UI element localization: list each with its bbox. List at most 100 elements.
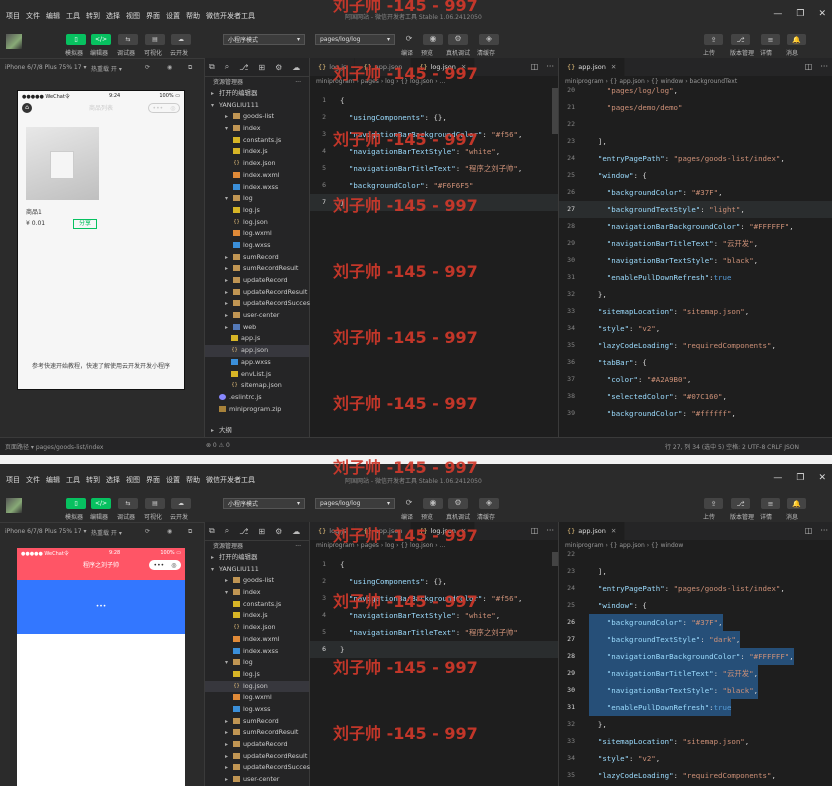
avatar[interactable] [6,34,22,49]
menu-item[interactable]: 工具 [66,11,80,21]
tree-item[interactable]: log.wxml [205,228,309,240]
right-toolbar-icon[interactable]: ⇪ [704,34,723,45]
toolbar-button-icon[interactable]: ☁ [171,34,191,45]
tree-item[interactable]: ▸ updateRecordResult [205,751,309,763]
tree-item[interactable]: ▸ updateRecordSuccess [205,762,313,774]
code-line[interactable]: 32 }, [559,716,832,733]
action-icon[interactable]: ◈ [479,498,499,509]
cloud-icon[interactable]: ☁ [292,527,300,536]
right-toolbar-icon[interactable]: ≡ [761,34,780,45]
code-line[interactable]: 5 "navigationBarTitleText": "程序之刘子帅" [310,624,558,641]
more-icon[interactable]: ••• [154,562,165,569]
tree-item[interactable]: index.js [205,146,309,158]
avatar[interactable] [6,498,22,513]
target-icon[interactable]: ◎ [170,105,175,112]
chevron-icon[interactable]: ▾ [225,123,233,135]
code-line[interactable]: 26 "backgroundColor": "#37F", [559,614,832,631]
menu-item[interactable]: 选择 [106,475,120,485]
mode-select[interactable]: 小程序模式 ▾ [223,498,305,509]
more-icon[interactable]: ··· [546,62,554,71]
action-icon[interactable]: ◈ [479,34,499,45]
tree-item[interactable]: log.wxss [205,240,309,252]
hotreload-select[interactable]: 热重载 开 ▾ [91,64,122,73]
code-line[interactable]: 5 "navigationBarTitleText": "程序之刘子帅", [310,160,558,177]
chevron-icon[interactable]: ▸ [225,575,233,587]
menu-item[interactable]: 设置 [166,11,180,21]
code-line[interactable]: 25 "window": { [559,167,832,184]
search-icon[interactable]: ⌕ [225,526,229,536]
menu-item[interactable]: 工具 [66,475,80,485]
code-line[interactable]: 28 "navigationBarBackgroundColor": "#FFF… [559,218,832,235]
menu-item[interactable]: 界面 [146,475,160,485]
code-line[interactable]: 35 "lazyCodeLoading": "requiredComponent… [559,337,832,354]
code-line[interactable]: 2 "usingComponents": {}, [310,109,558,126]
menu-item[interactable]: 编辑 [46,475,60,485]
chevron-icon[interactable]: ▸ [225,751,233,763]
tree-item[interactable]: {} index.json [205,158,309,170]
code-line[interactable]: 27 "backgroundTextStyle": "dark", [559,631,832,648]
code-line[interactable]: 30 "navigationBarTextStyle": "black", [559,682,832,699]
menu-item[interactable]: 选择 [106,11,120,21]
screenshot-icon[interactable]: ⧉ [188,64,192,72]
split-editor-icon[interactable]: ◫ [805,526,813,535]
toolbar-button-icon[interactable]: </> [91,498,111,509]
cloud-icon[interactable]: ☁ [292,63,300,72]
code-line[interactable]: 1{ [310,556,558,573]
tree-item[interactable]: {} app.json [205,345,309,357]
toolbar-button-icon[interactable]: ▯ [66,498,86,509]
screenshot-icon[interactable]: ⧉ [188,528,192,536]
chevron-icon[interactable]: ▸ [225,310,233,322]
close-tab-icon[interactable]: ✕ [611,527,616,535]
chevron-icon[interactable]: ▸ [225,322,233,334]
tree-item[interactable]: app.wxss [205,357,309,369]
action-icon[interactable]: ⟳ [403,34,415,45]
chevron-icon[interactable]: ▸ [225,275,233,287]
toolbar-button-icon[interactable]: ⇆ [118,498,138,509]
more-icon[interactable]: ··· [820,526,828,535]
code-line[interactable]: 29 "navigationBarTitleText": "云开发", [559,665,832,682]
target-icon[interactable]: ◎ [171,562,176,569]
menu-item[interactable]: 编辑 [46,11,60,21]
menu-item[interactable]: 视图 [126,475,140,485]
right-toolbar-icon[interactable]: ≡ [761,498,780,509]
chevron-icon[interactable]: ▾ [225,657,233,669]
code-line[interactable]: 38 "selectedColor": "#07C160", [559,388,832,405]
menu-item[interactable]: 帮助 [186,475,200,485]
code-line[interactable]: 24 "entryPagePath": "pages/goods-list/in… [559,150,832,167]
tree-item[interactable]: index.wxml [205,170,309,182]
tree-item[interactable]: ▾ log [205,193,309,205]
record-icon[interactable]: ◉ [167,64,172,71]
chevron-icon[interactable]: ▸ [225,774,233,786]
code-line[interactable]: 34 "style": "v2", [559,320,832,337]
device-select[interactable]: iPhone 6/7/8 Plus 75% 17 ▾ [5,64,86,71]
code-line[interactable]: 35 "lazyCodeLoading": "requiredComponent… [559,767,832,784]
tree-item[interactable]: {} index.json [205,622,309,634]
tree-item[interactable]: ▸ sumRecordResult [205,727,309,739]
problems-count[interactable]: ⊗ 0 ⚠ 0 [206,442,230,449]
action-icon[interactable]: ⟳ [403,498,415,509]
toolbar-button-icon[interactable]: ⇆ [118,34,138,45]
tree-item[interactable]: envList.js [205,369,309,381]
chevron-icon[interactable]: ▸ [225,762,233,774]
files-icon[interactable]: ⧉ [209,62,215,72]
toolbar-button-icon[interactable]: ▤ [145,498,165,509]
code-line[interactable]: 33 "sitemapLocation": "sitemap.json", [559,303,832,320]
chevron-icon[interactable]: ▸ [225,111,233,123]
minimize-icon[interactable]: — [773,9,782,19]
rotate-icon[interactable]: ⟳ [145,528,150,535]
tree-item[interactable]: log.wxss [205,704,309,716]
close-icon[interactable]: ✕ [818,473,826,483]
tree-item[interactable]: miniprogram.zip [205,404,309,416]
code-line[interactable]: 30 "navigationBarTextStyle": "black", [559,252,832,269]
tree-item[interactable]: ▸ web [205,322,309,334]
menu-item[interactable]: 文件 [26,11,40,21]
code-line[interactable]: 32 }, [559,286,832,303]
source-control-icon[interactable]: ⎇ [239,527,248,536]
menu-item[interactable]: 视图 [126,11,140,21]
search-icon[interactable]: ⌕ [225,62,229,72]
tree-item[interactable]: .eslintrc.js [205,392,309,404]
menu-item[interactable]: 微信开发者工具 [206,11,255,21]
extensions-icon[interactable]: ⊞ [258,63,265,72]
tree-item[interactable]: ▾ log [205,657,309,669]
tree-item[interactable]: {} log.json [205,680,309,693]
